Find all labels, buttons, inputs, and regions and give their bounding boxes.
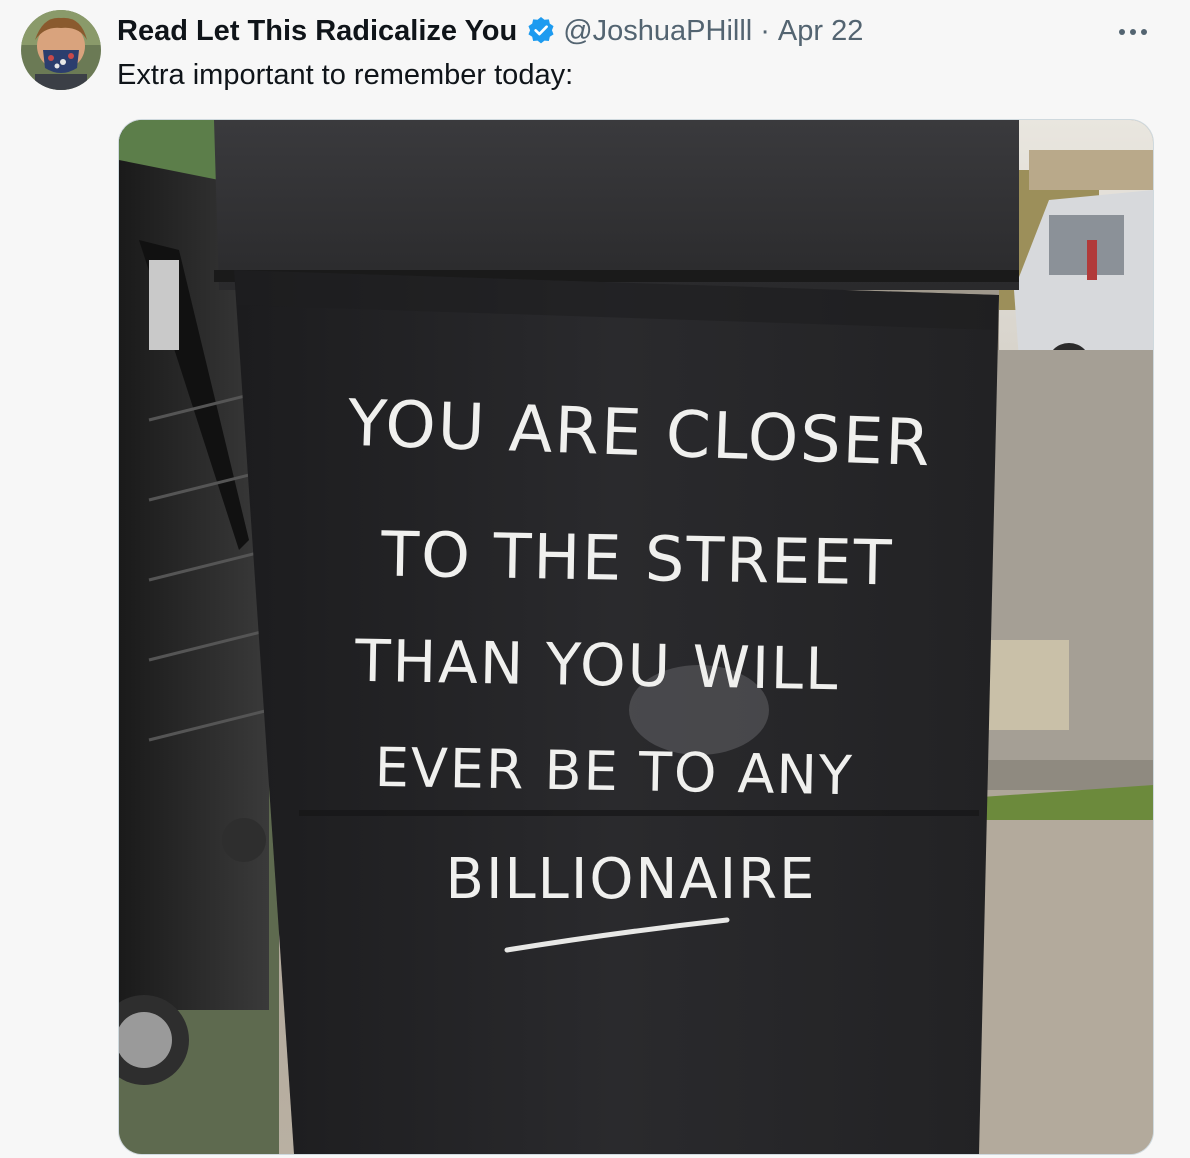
separator-dot: · bbox=[760, 15, 770, 47]
chalk-line-3: THAN YOU WILL bbox=[354, 627, 841, 703]
author-handle[interactable]: @JoshuaPHilll bbox=[563, 11, 752, 51]
author-name[interactable]: Read Let This Radicalize You bbox=[117, 11, 517, 51]
author-avatar[interactable] bbox=[21, 10, 101, 90]
chalk-line-4: EVER BE TO ANY bbox=[374, 736, 854, 807]
tweet-media-image[interactable]: YOU ARE CLOSER TO THE STREET THAN YOU WI… bbox=[118, 119, 1154, 1155]
tweet-header: Read Let This Radicalize You @JoshuaPHil… bbox=[117, 11, 863, 51]
more-horizontal-icon[interactable] bbox=[1112, 14, 1156, 50]
verified-badge-icon bbox=[525, 15, 557, 47]
tweet-text: Extra important to remember today: bbox=[117, 59, 574, 91]
tweet[interactable]: Read Let This Radicalize You @JoshuaPHil… bbox=[0, 0, 1190, 1158]
chalk-line-5: BILLIONAIRE bbox=[446, 847, 817, 912]
chalk-line-2: TO THE STREET bbox=[380, 518, 894, 600]
tweet-date[interactable]: Apr 22 bbox=[778, 11, 863, 51]
